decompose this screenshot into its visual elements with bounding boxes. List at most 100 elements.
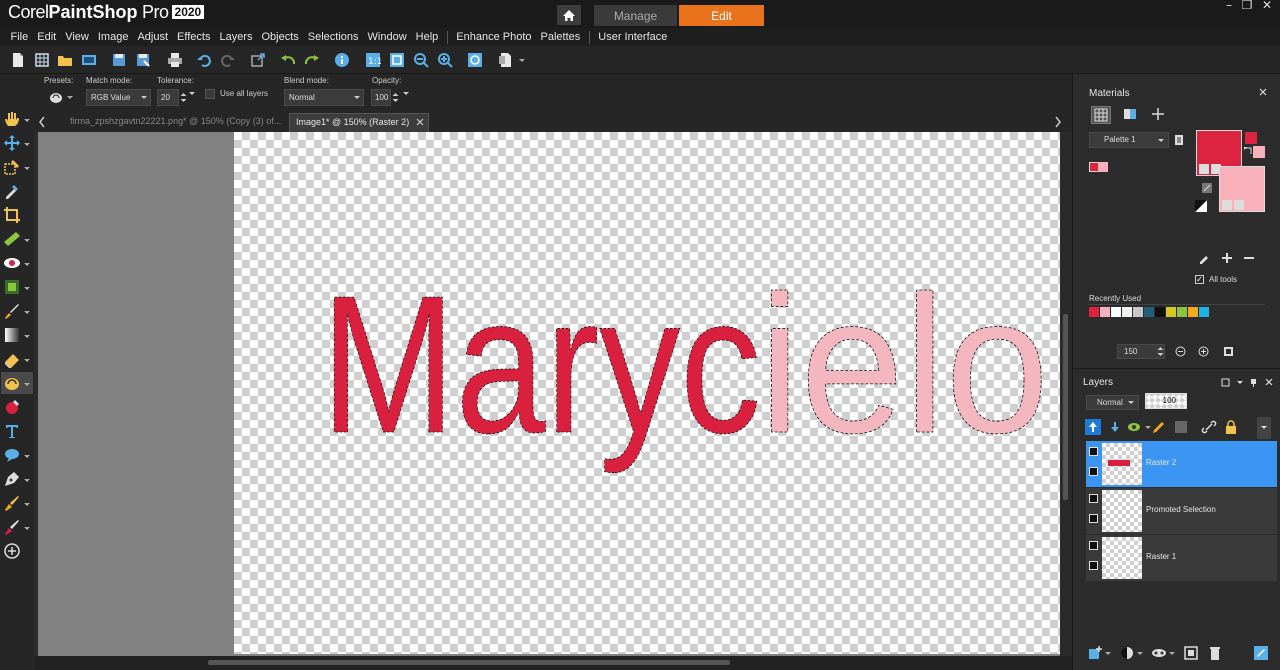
close-icon[interactable]: ✕ <box>1260 0 1274 11</box>
chevron-down-icon[interactable] <box>24 239 30 242</box>
gradient-fill-icon[interactable] <box>3 326 21 344</box>
zoom-input[interactable]: 150 <box>1117 344 1165 359</box>
shape-tool-icon[interactable] <box>3 446 21 464</box>
chevron-down-icon[interactable] <box>24 287 30 290</box>
rainbow-tab[interactable] <box>1121 106 1141 124</box>
mask-layer-icon[interactable] <box>1151 645 1167 661</box>
redo-icon[interactable] <box>220 52 236 68</box>
add-swatch-icon[interactable] <box>1221 252 1233 264</box>
chevron-down-icon[interactable] <box>24 119 30 122</box>
background-color-swatch[interactable] <box>1219 166 1265 212</box>
recent-color-swatch[interactable] <box>1100 307 1110 317</box>
red-eye-tool-icon[interactable] <box>3 254 21 272</box>
menu-palettes[interactable]: Palettes <box>536 31 585 43</box>
palette-options-icon[interactable] <box>1174 134 1184 146</box>
mask-icon[interactable] <box>1173 419 1189 435</box>
move-tool-icon[interactable] <box>3 134 21 152</box>
resize-icon[interactable] <box>250 52 266 68</box>
eyedropper-icon[interactable] <box>3 182 21 200</box>
adjustment-layer-icon[interactable] <box>1119 645 1135 661</box>
chevron-down-icon[interactable] <box>24 383 30 386</box>
overview-icon[interactable] <box>467 52 483 68</box>
chevron-left-icon[interactable] <box>38 116 46 128</box>
bg-style-icon[interactable] <box>1222 200 1232 210</box>
opacity-spinner[interactable]: 100 <box>371 89 411 106</box>
move-up-icon[interactable] <box>1085 419 1101 435</box>
eyedropper-icon[interactable] <box>1198 252 1210 264</box>
chevron-down-icon[interactable] <box>24 335 30 338</box>
fg-style-icon[interactable] <box>1199 164 1209 174</box>
chevron-down-icon[interactable] <box>24 527 30 530</box>
menu-effects[interactable]: Effects <box>173 31 215 43</box>
home-button[interactable] <box>557 5 581 25</box>
tolerance-spinner[interactable]: 20 <box>157 89 197 106</box>
doc-tab-image1[interactable]: Image1* @ 150% (Raster 2) <box>289 113 429 132</box>
info-icon[interactable] <box>334 52 350 68</box>
zoom-in-icon[interactable] <box>437 52 453 68</box>
layer-opacity-field[interactable]: 100 <box>1145 393 1187 409</box>
properties-icon[interactable] <box>1253 645 1269 661</box>
straighten-tool-icon[interactable] <box>3 230 21 248</box>
spin-arrows-icon[interactable] <box>391 89 400 106</box>
maximize-icon[interactable] <box>1221 378 1230 387</box>
horizontal-scrollbar[interactable] <box>34 656 1072 670</box>
new-grid-icon[interactable] <box>34 52 50 68</box>
clone-tool-icon[interactable] <box>3 278 21 296</box>
spin-arrows-icon[interactable] <box>179 89 188 106</box>
chevron-down-icon[interactable] <box>24 479 30 482</box>
lock-icon[interactable] <box>1223 419 1239 435</box>
layer-row-promoted-selection[interactable]: Promoted Selection <box>1086 488 1277 534</box>
chevron-down-icon[interactable] <box>189 92 195 95</box>
menu-enhance-photo[interactable]: Enhance Photo <box>452 31 536 43</box>
pin-icon[interactable] <box>1249 378 1258 387</box>
recent-color-swatch[interactable] <box>1133 307 1143 317</box>
save-as-icon[interactable] <box>135 52 151 68</box>
layer-eye-icon[interactable] <box>1089 561 1098 570</box>
chevron-down-icon[interactable] <box>519 59 525 62</box>
swatches-tab[interactable] <box>1149 106 1169 124</box>
fit-window-icon[interactable] <box>389 52 405 68</box>
layer-eye-icon[interactable] <box>1089 514 1098 523</box>
chevron-down-icon[interactable] <box>403 92 409 95</box>
presets-button[interactable] <box>48 90 73 105</box>
pen-tool-icon[interactable] <box>3 470 21 488</box>
menu-edit[interactable]: Edit <box>33 31 61 43</box>
art-media-icon[interactable] <box>3 494 21 512</box>
chevron-down-icon[interactable] <box>24 143 30 146</box>
zoom-out-icon[interactable] <box>1175 346 1186 357</box>
chevron-down-icon[interactable] <box>24 503 30 506</box>
remove-swatch-icon[interactable] <box>1243 252 1255 264</box>
browse-icon[interactable] <box>81 52 97 68</box>
paint-brush-icon[interactable] <box>3 302 21 320</box>
eraser-tool-icon[interactable] <box>3 350 21 368</box>
layer-toolbar-more[interactable] <box>1257 417 1271 439</box>
tab-edit[interactable]: Edit <box>679 5 764 26</box>
layer-visibility-icon[interactable] <box>1089 447 1098 456</box>
blend-mode-select[interactable]: Normal <box>284 89 364 106</box>
doc-tab-firma[interactable]: firma_zpshzgavtn22221.png* @ 150% (Copy … <box>64 113 284 132</box>
palette-select[interactable]: Palette 1 <box>1089 132 1169 148</box>
fit-icon[interactable] <box>1223 346 1234 357</box>
crop-tool-icon[interactable] <box>3 206 21 224</box>
chevron-down-icon[interactable] <box>1137 652 1143 655</box>
flood-fill-icon[interactable] <box>3 398 21 416</box>
scripts-icon[interactable] <box>498 52 514 68</box>
text-tool-icon[interactable] <box>3 422 21 440</box>
delete-icon[interactable] <box>1207 645 1223 661</box>
recent-color-swatch[interactable] <box>1111 307 1121 317</box>
recent-color-swatch[interactable] <box>1199 307 1209 317</box>
rotate-left-icon[interactable] <box>280 52 296 68</box>
layer-row-raster-2[interactable]: Raster 2 <box>1086 441 1277 487</box>
recent-color-swatch[interactable] <box>1155 307 1165 317</box>
zoom-out-icon[interactable] <box>413 52 429 68</box>
recent-color-swatch[interactable] <box>1144 307 1154 317</box>
chevron-down-icon[interactable] <box>24 263 30 266</box>
use-all-layers-checkbox[interactable] <box>205 89 215 99</box>
menu-objects[interactable]: Objects <box>257 31 303 43</box>
layer-blend-select[interactable]: Normal <box>1086 395 1139 410</box>
spin-arrows-icon[interactable] <box>1156 345 1165 358</box>
menu-selections[interactable]: Selections <box>303 31 363 43</box>
add-tool-icon[interactable] <box>3 542 21 560</box>
new-file-icon[interactable] <box>10 52 26 68</box>
recent-color-swatch[interactable] <box>1089 307 1099 317</box>
